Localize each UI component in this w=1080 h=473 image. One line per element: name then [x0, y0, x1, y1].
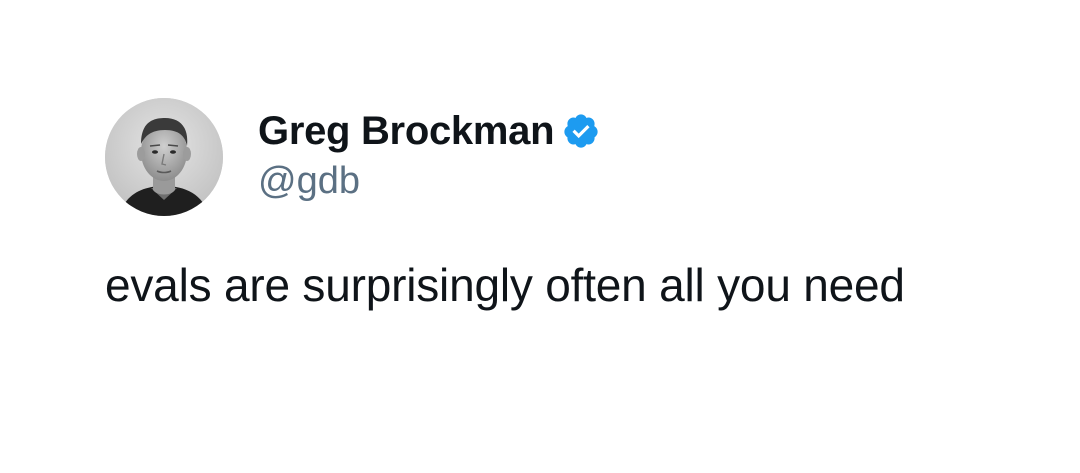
handle[interactable]: @gdb: [258, 160, 360, 203]
tweet-text: evals are surprisingly often all you nee…: [105, 259, 905, 311]
display-name[interactable]: Greg Brockman: [258, 109, 555, 154]
verified-badge-icon: [562, 112, 600, 150]
tweet-card: Greg Brockman @gdb evals are surprisingl…: [0, 0, 1080, 473]
author-row: Greg Brockman: [258, 106, 600, 156]
avatar-photo: [105, 98, 223, 216]
avatar[interactable]: [105, 98, 223, 216]
